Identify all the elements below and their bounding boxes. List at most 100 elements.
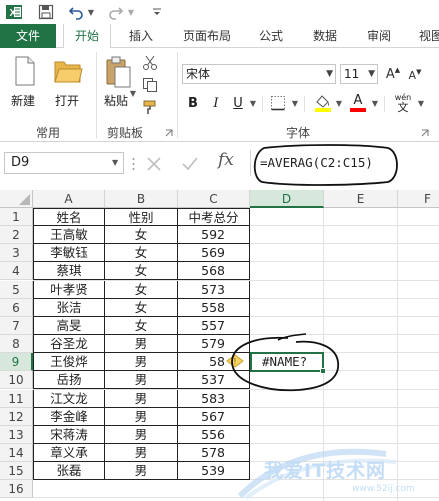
table-cell[interactable]: 宋蒋涛 <box>33 425 105 444</box>
redo-dropdown-icon[interactable]: ▼ <box>126 3 136 21</box>
font-size-combo[interactable]: 11 ▼ <box>340 64 378 84</box>
table-cell[interactable]: 592 <box>178 226 250 245</box>
table-cell[interactable]: 女 <box>105 280 178 299</box>
table-cell[interactable]: 男 <box>105 425 178 444</box>
table-cell[interactable]: 江文龙 <box>33 389 105 408</box>
row-header[interactable]: 2 <box>0 226 33 245</box>
table-cell[interactable]: 女 <box>105 316 178 335</box>
name-box[interactable]: D9 <box>4 152 124 174</box>
table-cell[interactable]: 李金峰 <box>33 407 105 426</box>
table-cell[interactable]: 蔡琪 <box>33 262 105 281</box>
column-header-d[interactable]: D <box>250 190 324 208</box>
table-cell[interactable]: 569 <box>178 244 250 263</box>
table-cell[interactable]: 女 <box>105 244 178 263</box>
table-cell[interactable]: 男 <box>105 371 178 390</box>
table-cell[interactable]: 王高敏 <box>33 226 105 245</box>
table-cell[interactable]: 男 <box>105 443 178 462</box>
table-cell[interactable]: 578 <box>178 443 250 462</box>
undo-dropdown-icon[interactable]: ▼ <box>86 3 96 21</box>
column-header-a[interactable]: A <box>33 190 105 208</box>
table-cell[interactable]: 性别 <box>105 208 178 226</box>
tab-review[interactable]: 审阅 <box>358 24 400 48</box>
redo-icon[interactable] <box>106 3 126 21</box>
bold-button[interactable]: B <box>184 94 202 112</box>
name-box-dropdown-icon[interactable]: ▼ <box>112 158 118 167</box>
excel-logo-icon[interactable]: X <box>4 3 24 21</box>
table-cell[interactable]: 女 <box>105 226 178 245</box>
tab-insert[interactable]: 插入 <box>120 24 162 48</box>
row-header[interactable]: 4 <box>0 262 33 281</box>
tab-file[interactable]: 文件 <box>0 24 56 48</box>
tab-formulas[interactable]: 公式 <box>250 24 292 48</box>
phonetic-dropdown-icon[interactable]: ▼ <box>416 98 426 108</box>
paste-button[interactable]: 粘贴 <box>104 92 128 109</box>
paste-icon[interactable] <box>103 54 133 90</box>
underline-dropdown-icon[interactable]: ▼ <box>248 98 258 108</box>
table-cell[interactable]: 岳扬 <box>33 371 105 390</box>
column-header-b[interactable]: B <box>105 190 178 208</box>
table-cell[interactable]: 男 <box>105 335 178 354</box>
format-painter-icon[interactable] <box>141 98 159 116</box>
table-cell[interactable]: 男 <box>105 353 178 372</box>
shrink-font-button[interactable]: A ▼ <box>406 66 424 84</box>
row-header[interactable]: 5 <box>0 280 33 299</box>
tab-home[interactable]: 开始 <box>63 24 111 50</box>
save-icon[interactable] <box>36 3 56 21</box>
table-cell[interactable]: 573 <box>178 280 250 299</box>
clipboard-launcher-icon[interactable] <box>164 128 174 138</box>
table-cell[interactable] <box>33 480 105 498</box>
tab-data[interactable]: 数据 <box>304 24 346 48</box>
row-header[interactable]: 6 <box>0 298 33 317</box>
column-header-e[interactable]: E <box>324 190 398 208</box>
table-cell[interactable]: 女 <box>105 298 178 317</box>
copy-icon[interactable] <box>141 76 159 94</box>
grow-font-button[interactable]: A ▲ <box>384 64 402 84</box>
row-header[interactable]: 10 <box>0 371 33 390</box>
fill-color-icon[interactable] <box>312 92 334 114</box>
font-color-button[interactable]: A <box>348 92 368 114</box>
new-button[interactable]: 新建 <box>11 92 35 109</box>
open-button[interactable]: 打开 <box>55 92 79 109</box>
table-cell[interactable]: 张磊 <box>33 462 105 481</box>
row-header[interactable]: 13 <box>0 425 33 444</box>
row-header[interactable]: 16 <box>0 480 33 499</box>
table-cell[interactable]: 高旻 <box>33 316 105 335</box>
row-header[interactable]: 1 <box>0 208 33 226</box>
italic-button[interactable]: I <box>207 94 225 112</box>
table-cell[interactable]: 中考总分 <box>178 208 250 226</box>
table-cell[interactable]: 章义承 <box>33 443 105 462</box>
table-cell[interactable]: 叶孝贤 <box>33 280 105 299</box>
column-header-c[interactable]: C <box>178 190 250 208</box>
select-all-button[interactable] <box>0 190 33 208</box>
table-cell[interactable]: 谷圣龙 <box>33 335 105 354</box>
fill-color-dropdown-icon[interactable]: ▼ <box>334 98 344 108</box>
borders-dropdown-icon[interactable]: ▼ <box>290 98 300 108</box>
row-header[interactable]: 14 <box>0 443 33 462</box>
formula-bar-grip-icon[interactable] <box>132 156 135 172</box>
cancel-entry-icon[interactable] <box>144 154 166 174</box>
paste-dropdown-icon[interactable]: ▼ <box>128 88 138 98</box>
font-name-combo[interactable]: 宋体 ▼ <box>182 64 336 84</box>
open-folder-icon[interactable] <box>52 56 84 86</box>
undo-icon[interactable] <box>66 3 86 21</box>
table-cell[interactable]: 男 <box>105 407 178 426</box>
row-header[interactable]: 11 <box>0 389 33 408</box>
customize-quick-access-icon[interactable] <box>150 3 164 21</box>
cut-icon[interactable] <box>141 54 159 72</box>
row-header[interactable]: 15 <box>0 462 33 481</box>
table-cell[interactable]: 568 <box>178 262 250 281</box>
table-cell[interactable]: 王俊烨 <box>33 353 105 372</box>
table-cell[interactable]: 539 <box>178 462 250 481</box>
table-cell[interactable]: 567 <box>178 407 250 426</box>
table-cell[interactable]: 李敏钰 <box>33 244 105 263</box>
tab-page-layout[interactable]: 页面布局 <box>175 24 239 48</box>
insert-function-button[interactable]: fx <box>218 150 244 174</box>
table-cell[interactable] <box>105 480 178 498</box>
confirm-entry-icon[interactable] <box>180 154 202 174</box>
table-cell[interactable]: 男 <box>105 389 178 408</box>
column-header-f[interactable]: F <box>398 190 439 208</box>
row-header[interactable]: 8 <box>0 335 33 354</box>
font-color-dropdown-icon[interactable]: ▼ <box>370 98 380 108</box>
underline-button[interactable]: U <box>229 94 247 112</box>
new-document-icon[interactable] <box>10 54 40 88</box>
